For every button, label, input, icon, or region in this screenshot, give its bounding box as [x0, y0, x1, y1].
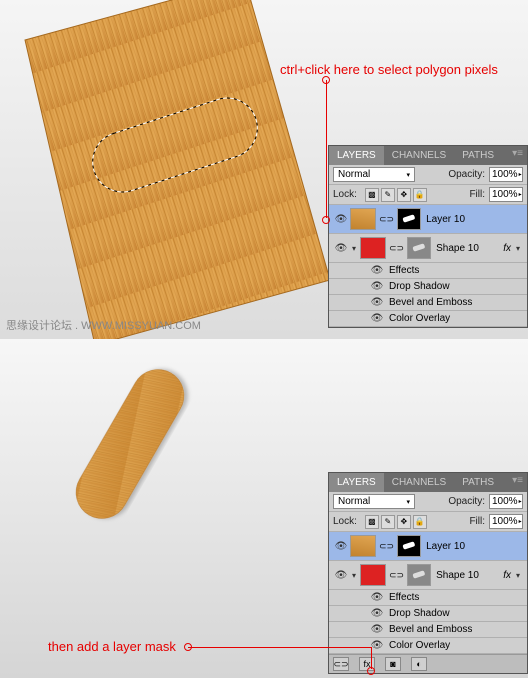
annotation-dot-b1	[184, 643, 192, 651]
fx-badge[interactable]: fx	[503, 243, 511, 254]
effects-row[interactable]: 👁 Effects	[329, 590, 527, 606]
visibility-icon[interactable]: 👁	[369, 592, 385, 603]
annotation-dot-end	[322, 216, 330, 224]
fill-label: Fill:	[469, 516, 485, 527]
annotation-dot-b2	[367, 667, 375, 675]
document-canvas-top	[0, 0, 330, 339]
vector-mask-thumb[interactable]	[407, 237, 431, 259]
blend-mode-select[interactable]: Normal▾	[333, 494, 415, 509]
tab-paths[interactable]: PATHS	[454, 146, 502, 165]
layers-panel-bottom: LAYERS CHANNELS PATHS ▾≡ Normal▾ Opacity…	[328, 472, 528, 674]
mask-link-icon[interactable]: ⊂⊃	[387, 570, 406, 581]
opacity-input[interactable]: 100%▸	[489, 494, 523, 509]
expand-icon[interactable]: ▾	[349, 571, 359, 580]
watermark-top: 思缘设计论坛 . WWW.MISSYUAN.COM	[6, 317, 201, 333]
tab-layers[interactable]: LAYERS	[329, 473, 384, 492]
effect-bevel-emboss[interactable]: 👁 Bevel and Emboss	[329, 295, 527, 311]
lock-all-icon[interactable]: 🔒	[413, 515, 427, 529]
fx-badge[interactable]: fx	[503, 570, 511, 581]
tab-paths[interactable]: PATHS	[454, 473, 502, 492]
annotation-line-b2	[371, 647, 372, 669]
adjustment-layer-icon[interactable]: ◐	[411, 657, 427, 671]
layer-thumb	[350, 208, 376, 230]
visibility-icon[interactable]: 👁	[333, 541, 349, 552]
effect-color-overlay[interactable]: 👁 Color Overlay	[329, 638, 527, 654]
mask-link-icon[interactable]: ⊂⊃	[377, 541, 396, 552]
lock-all-icon[interactable]: 🔒	[413, 188, 427, 202]
document-canvas-bottom	[0, 339, 330, 678]
lock-pixels-icon[interactable]: ✎	[381, 188, 395, 202]
effect-color-overlay[interactable]: 👁 Color Overlay	[329, 311, 527, 327]
tab-channels[interactable]: CHANNELS	[384, 146, 454, 165]
lock-transparency-icon[interactable]: ▩	[365, 188, 379, 202]
annotation-dot-start	[322, 76, 330, 84]
vector-mask-thumb[interactable]	[407, 564, 431, 586]
layer-name[interactable]: Shape 10	[436, 243, 503, 254]
fill-input[interactable]: 100%▸	[489, 187, 523, 202]
effects-row[interactable]: 👁 Effects	[329, 263, 527, 279]
lock-transparency-icon[interactable]: ▩	[365, 515, 379, 529]
layer-name[interactable]: Layer 10	[426, 214, 523, 225]
annotation-line-b	[188, 647, 372, 648]
panel-menu-icon[interactable]: ▾≡	[508, 473, 527, 492]
visibility-icon[interactable]: 👁	[369, 608, 385, 619]
lock-label: Lock:	[333, 189, 357, 200]
layer-mask-thumb[interactable]	[397, 535, 421, 557]
add-mask-icon[interactable]: ◙	[385, 657, 401, 671]
opacity-input[interactable]: 100%▸	[489, 167, 523, 182]
effect-bevel-emboss[interactable]: 👁 Bevel and Emboss	[329, 622, 527, 638]
layer-row-shape10[interactable]: 👁 ▾ ⊂⊃ Shape 10 fx ▾	[329, 234, 527, 263]
tab-layers[interactable]: LAYERS	[329, 146, 384, 165]
tab-channels[interactable]: CHANNELS	[384, 473, 454, 492]
fx-expand-icon[interactable]: ▾	[513, 244, 523, 253]
mask-link-icon[interactable]: ⊂⊃	[377, 214, 396, 225]
visibility-icon[interactable]: 👁	[333, 214, 349, 225]
mask-link-icon[interactable]: ⊂⊃	[387, 243, 406, 254]
visibility-icon[interactable]: 👁	[333, 570, 349, 581]
visibility-icon[interactable]: 👁	[369, 313, 385, 324]
layer-row-layer10[interactable]: 👁 ⊂⊃ Layer 10	[329, 532, 527, 561]
shape-fill-thumb	[360, 564, 386, 586]
visibility-icon[interactable]: 👁	[369, 297, 385, 308]
effect-drop-shadow[interactable]: 👁 Drop Shadow	[329, 279, 527, 295]
shape-fill-thumb	[360, 237, 386, 259]
lock-position-icon[interactable]: ✥	[397, 188, 411, 202]
fill-input[interactable]: 100%▸	[489, 514, 523, 529]
layer-thumb	[350, 535, 376, 557]
lock-position-icon[interactable]: ✥	[397, 515, 411, 529]
annotation-add-mask: then add a layer mask	[48, 639, 176, 654]
opacity-label: Opacity:	[448, 496, 485, 507]
annotation-line	[326, 80, 327, 218]
blend-mode-select[interactable]: Normal▾	[333, 167, 415, 182]
layers-panel-top: LAYERS CHANNELS PATHS ▾≡ Normal▾ Opacity…	[328, 145, 528, 328]
layer-row-shape10[interactable]: 👁 ▾ ⊂⊃ Shape 10 fx ▾	[329, 561, 527, 590]
lock-label: Lock:	[333, 516, 357, 527]
fx-expand-icon[interactable]: ▾	[513, 571, 523, 580]
layer-mask-thumb[interactable]	[397, 208, 421, 230]
lock-pixels-icon[interactable]: ✎	[381, 515, 395, 529]
visibility-icon[interactable]: 👁	[333, 243, 349, 254]
opacity-label: Opacity:	[448, 169, 485, 180]
visibility-icon[interactable]: 👁	[369, 281, 385, 292]
link-layers-icon[interactable]: ⊂⊃	[333, 657, 349, 671]
effect-drop-shadow[interactable]: 👁 Drop Shadow	[329, 606, 527, 622]
expand-icon[interactable]: ▾	[349, 244, 359, 253]
fill-label: Fill:	[469, 189, 485, 200]
layer-name[interactable]: Layer 10	[426, 541, 523, 552]
annotation-ctrl-click: ctrl+click here to select polygon pixels	[280, 62, 498, 77]
layer-name[interactable]: Shape 10	[436, 570, 503, 581]
visibility-icon[interactable]: 👁	[369, 624, 385, 635]
visibility-icon[interactable]: 👁	[369, 265, 385, 276]
panel-menu-icon[interactable]: ▾≡	[508, 146, 527, 165]
layer-row-layer10[interactable]: 👁 ⊂⊃ Layer 10	[329, 205, 527, 234]
